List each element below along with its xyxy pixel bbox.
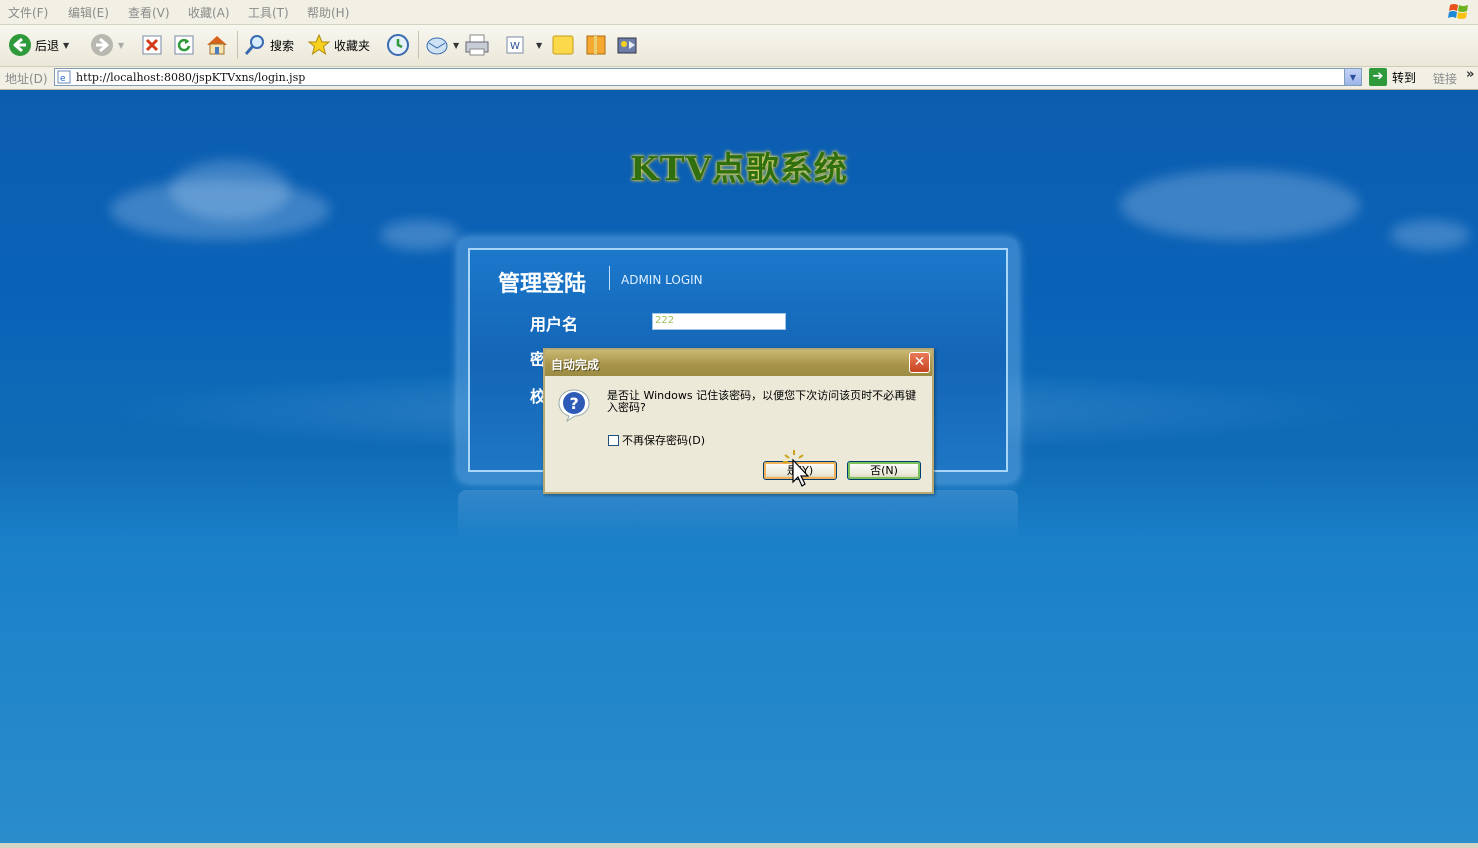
back-dropdown-icon[interactable]: ▼: [63, 41, 69, 50]
address-input[interactable]: e http://localhost:8080/jspKTVxns/login.…: [54, 68, 1362, 86]
discuss-button[interactable]: [551, 31, 575, 59]
menu-favorites[interactable]: 收藏(A): [188, 4, 230, 21]
windows-logo-icon: [1448, 4, 1468, 19]
cloud-decoration: [380, 220, 460, 250]
menu-file[interactable]: 文件(F): [8, 4, 48, 21]
cloud-decoration: [1390, 220, 1470, 250]
stop-button[interactable]: [141, 31, 163, 59]
close-icon[interactable]: ✕: [909, 352, 930, 373]
menu-help[interactable]: 帮助(H): [307, 4, 349, 21]
word-document-icon: W: [506, 36, 524, 54]
svg-text:W: W: [510, 41, 520, 52]
refresh-icon: [174, 35, 194, 55]
autocomplete-dialog: 自动完成 ✕ ? 是否让 Windows 记住该密码，以便您下次访问该页时不必再…: [543, 348, 934, 494]
stop-icon: [142, 35, 162, 55]
panel-title: 管理登陆: [498, 272, 587, 297]
toolbar-separator: [418, 31, 419, 59]
messenger-button[interactable]: [615, 31, 639, 59]
favorites-label: 收藏夹: [334, 38, 371, 53]
toolbar: 后退 ▼ ▼ 搜索 收藏夹 ▼ W ▼: [0, 25, 1478, 67]
forward-arrow-icon: [91, 34, 113, 56]
note-icon: [552, 35, 574, 55]
mail-dropdown-icon[interactable]: ▼: [453, 41, 459, 50]
address-label: 地址(D): [5, 72, 48, 86]
search-button[interactable]: 搜索: [243, 31, 294, 59]
app-title: KTV点歌系统: [630, 149, 848, 188]
dialog-titlebar[interactable]: 自动完成 ✕: [545, 350, 932, 376]
home-icon: [207, 36, 227, 55]
forward-dropdown-icon[interactable]: ▼: [118, 41, 124, 50]
edit-dropdown-icon[interactable]: ▼: [536, 41, 542, 50]
search-icon: [244, 35, 264, 55]
dialog-title: 自动完成: [551, 358, 600, 372]
status-bar: [0, 843, 1478, 848]
refresh-button[interactable]: [173, 31, 195, 59]
menu-view[interactable]: 查看(V): [128, 4, 170, 21]
book-icon: [586, 35, 606, 55]
checkbox-label: 不再保存密码(D): [622, 434, 706, 447]
panel-subtitle: ADMIN LOGIN: [621, 273, 703, 287]
username-input[interactable]: 222: [652, 313, 786, 330]
menu-tools[interactable]: 工具(T): [248, 4, 289, 21]
edit-button[interactable]: W ▼: [504, 31, 542, 59]
mail-icon: [426, 37, 448, 55]
mouse-cursor-icon: [783, 450, 810, 487]
panel-title-divider: [609, 266, 610, 290]
dont-save-checkbox[interactable]: 不再保存密码(D): [608, 432, 705, 448]
home-button[interactable]: [205, 31, 229, 59]
back-label: 后退: [35, 38, 60, 53]
goto-label: 转到: [1392, 70, 1417, 85]
history-button[interactable]: [386, 31, 410, 59]
print-button[interactable]: [464, 31, 490, 59]
print-icon: [465, 34, 489, 56]
svg-text:e: e: [60, 74, 66, 84]
forward-button[interactable]: ▼: [90, 31, 124, 59]
search-label: 搜索: [270, 38, 295, 53]
menu-edit[interactable]: 编辑(E): [68, 4, 109, 21]
goto-arrow-icon: ➔: [1369, 68, 1387, 86]
address-url: http://localhost:8080/jspKTVxns/login.js…: [76, 71, 306, 84]
back-button[interactable]: 后退 ▼: [8, 31, 69, 59]
links-chevron-icon[interactable]: »: [1466, 67, 1474, 82]
question-icon: ?: [558, 389, 590, 422]
goto-button[interactable]: ➔ 转到: [1369, 68, 1416, 86]
no-button[interactable]: 否(N): [847, 461, 921, 480]
username-label: 用户名: [530, 315, 579, 334]
links-button[interactable]: 链接: [1433, 70, 1457, 87]
history-icon: [387, 34, 409, 56]
ie-page-icon: e: [57, 70, 71, 84]
research-button[interactable]: [584, 31, 608, 59]
svg-text:?: ?: [570, 394, 579, 413]
toolbar-separator: [237, 31, 238, 59]
address-dropdown-icon[interactable]: ▼: [1344, 69, 1361, 85]
login-panel-reflection: [458, 490, 1018, 540]
back-arrow-icon: [9, 34, 31, 56]
menu-bar: 文件(F) 编辑(E) 查看(V) 收藏(A) 工具(T) 帮助(H): [0, 0, 1478, 25]
media-icon: [617, 37, 637, 54]
favorites-button[interactable]: 收藏夹: [307, 31, 370, 59]
checkbox-box[interactable]: [608, 434, 619, 446]
address-bar: 地址(D) e http://localhost:8080/jspKTVxns/…: [0, 67, 1478, 90]
dialog-message: 是否让 Windows 记住该密码，以便您下次访问该页时不必再键入密码?: [607, 389, 917, 414]
star-icon: [307, 33, 331, 56]
mail-button[interactable]: ▼: [425, 31, 459, 59]
